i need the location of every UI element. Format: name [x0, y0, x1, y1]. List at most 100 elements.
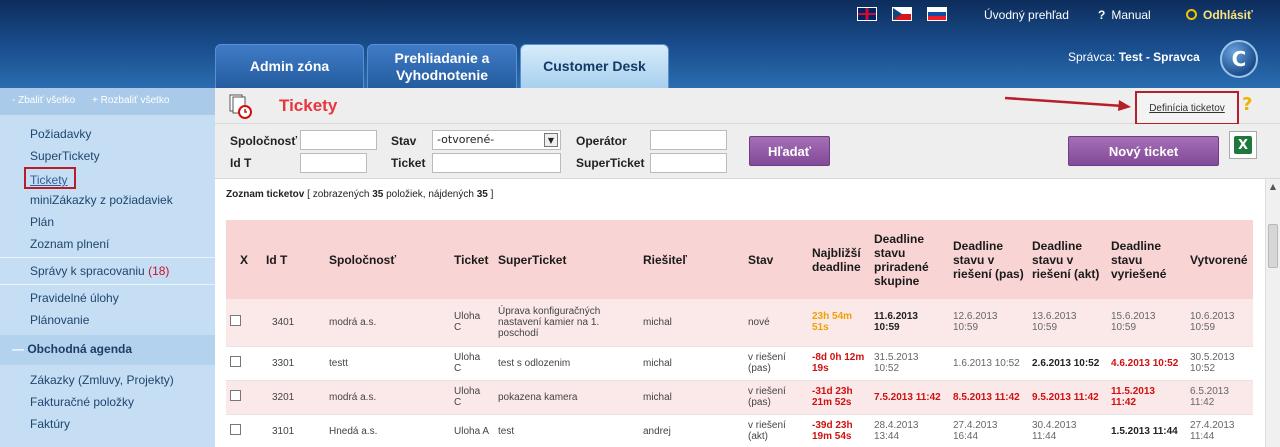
col-deadline-assigned-header[interactable]: Deadline stavu priradené skupine — [870, 220, 949, 299]
power-icon — [1186, 9, 1197, 20]
expand-all-link[interactable]: + Rozbaliť všetko — [92, 95, 169, 106]
row-created: 27.4.2013 11:44 — [1186, 414, 1253, 447]
help-icon[interactable]: ? — [1242, 94, 1252, 115]
sidebar-item-supertickets[interactable]: SuperTickety — [0, 145, 215, 167]
ticket-definition-link[interactable]: Definícia ticketov — [1135, 91, 1239, 125]
col-id-header[interactable]: Id T — [262, 220, 325, 299]
row-company: modrá a.s. — [325, 299, 450, 347]
company-input[interactable] — [300, 130, 377, 150]
superticket-input[interactable] — [650, 153, 727, 173]
scroll-thumb[interactable] — [1268, 224, 1278, 268]
tab-customer-desk[interactable]: Customer Desk — [520, 44, 669, 88]
flag-cz-icon[interactable] — [892, 7, 912, 21]
logout-label: Odhlásiť — [1203, 8, 1253, 22]
row-checkbox[interactable] — [230, 315, 241, 327]
manual-link[interactable]: ? Manual — [1098, 8, 1151, 22]
row-checkbox[interactable] — [230, 356, 241, 367]
id-label: Id T — [230, 156, 252, 170]
row-checkbox-cell — [226, 299, 262, 347]
list-title: Zoznam ticketov — [226, 189, 305, 200]
row-id: 3101 — [262, 414, 325, 447]
tab-admin-zone[interactable]: Admin zóna — [215, 44, 364, 88]
row-state: nové — [744, 299, 808, 347]
row-state: v riešení (pas) — [744, 380, 808, 415]
row-state: v riešení (akt) — [744, 414, 808, 447]
scroll-up-icon[interactable]: ▲ — [1266, 179, 1280, 194]
row-deadline-akt: 2.6.2013 10:52 — [1028, 346, 1107, 381]
operator-input[interactable] — [650, 130, 727, 150]
state-label: Stav — [391, 134, 417, 148]
admin-prefix: Správca: — [1068, 50, 1116, 64]
col-solver-header[interactable]: Riešiteľ — [639, 220, 744, 299]
row-superticket: test — [494, 414, 639, 447]
row-deadline-akt: 9.5.2013 11:42 — [1028, 380, 1107, 415]
sidebar-item-billing-items[interactable]: Fakturačné položky — [0, 391, 215, 413]
row-company: testt — [325, 346, 450, 381]
sidebar: - Zbaliť všetko + Rozbaliť všetko Požiad… — [0, 88, 215, 447]
row-superticket: test s odlozenim — [494, 346, 639, 381]
row-superticket: pokazena kamera — [494, 380, 639, 415]
row-id: 3201 — [262, 380, 325, 415]
table-row[interactable]: 3401 modrá a.s. Uloha C Úprava konfigura… — [226, 299, 1253, 347]
search-button[interactable]: Hľadať — [749, 136, 830, 166]
row-deadline-assigned: 28.4.2013 13:44 — [870, 414, 949, 447]
row-deadline-assigned: 11.6.2013 10:59 — [870, 299, 949, 347]
sidebar-item-plan[interactable]: Plán — [0, 211, 215, 233]
sidebar-item-regular-tasks[interactable]: Pravidelné úlohy — [0, 287, 215, 309]
flag-sk-icon[interactable] — [927, 7, 947, 21]
col-deadline-akt-header[interactable]: Deadline stavu v riešení (akt) — [1028, 220, 1107, 299]
id-input[interactable] — [300, 153, 367, 173]
list-summary-end: ] — [490, 189, 494, 200]
new-ticket-button[interactable]: Nový ticket — [1068, 136, 1219, 166]
chevron-down-icon: ▼ — [544, 133, 558, 147]
sidebar-section-business[interactable]: Obchodná agenda — [0, 335, 215, 365]
col-deadline-header[interactable]: Najbližší deadline — [808, 220, 870, 299]
excel-icon: X — [1234, 136, 1252, 154]
row-checkbox[interactable] — [230, 390, 241, 401]
overview-link[interactable]: Úvodný prehľad — [984, 8, 1069, 22]
sidebar-item-tickets[interactable]: Tickety — [24, 167, 76, 189]
flag-uk-icon[interactable] — [857, 7, 877, 21]
reports-count-badge: (18) — [148, 264, 170, 278]
sidebar-divider — [0, 284, 215, 285]
row-id: 3301 — [262, 346, 325, 381]
row-deadline-assigned: 7.5.2013 11:42 — [870, 380, 949, 415]
state-select[interactable]: -otvorené- ▼ — [432, 130, 561, 150]
tickets-table: X Id T Spoločnosť Ticket SuperTicket Rie… — [226, 220, 1253, 447]
sidebar-item-invoices[interactable]: Faktúry — [0, 413, 215, 435]
logout-link[interactable]: Odhlásiť — [1186, 8, 1253, 22]
ticket-input[interactable] — [432, 153, 561, 173]
row-deadline-pas: 27.4.2013 16:44 — [949, 414, 1028, 447]
sidebar-item-fulfilment-list[interactable]: Zoznam plnení — [0, 233, 215, 255]
table-row[interactable]: 3101 Hnedá a.s. Uloha A test andrej v ri… — [226, 414, 1253, 447]
col-company-header[interactable]: Spoločnosť — [325, 220, 450, 299]
col-created-header[interactable]: Vytvorené — [1186, 220, 1253, 299]
row-solver: andrej — [639, 414, 744, 447]
row-solver: michal — [639, 299, 744, 347]
row-checkbox-cell — [226, 346, 262, 381]
collapse-all-link[interactable]: - Zbaliť všetko — [12, 95, 75, 106]
admin-info: Správca: Test - Spravca — [1068, 50, 1200, 64]
sidebar-item-orders[interactable]: Zákazky (Zmluvy, Projekty) — [0, 369, 215, 391]
sidebar-item-miniorders[interactable]: miniZákazky z požiadaviek — [0, 189, 215, 211]
sidebar-item-planning[interactable]: Plánovanie — [0, 309, 215, 331]
table-row[interactable]: 3301 testt Uloha C test s odlozenim mich… — [226, 346, 1253, 381]
col-deadline-solved-header[interactable]: Deadline stavu vyriešené — [1107, 220, 1186, 299]
table-row[interactable]: 3201 modrá a.s. Uloha C pokazena kamera … — [226, 380, 1253, 415]
superticket-label: SuperTicket — [576, 156, 645, 170]
list-summary-prefix: [ zobrazených — [307, 189, 370, 200]
sidebar-item-reports[interactable]: Správy k spracovaniu (18) — [0, 260, 215, 282]
sidebar-divider — [0, 257, 215, 258]
tab-browse-evaluate[interactable]: Prehliadanie a Vyhodnotenie — [367, 44, 517, 88]
vertical-scrollbar[interactable]: ▲ — [1265, 179, 1280, 447]
row-checkbox[interactable] — [230, 424, 241, 435]
manual-label: Manual — [1111, 8, 1151, 22]
sidebar-item-requests[interactable]: Požiadavky — [0, 123, 215, 145]
col-ticket-header[interactable]: Ticket — [450, 220, 494, 299]
col-state-header[interactable]: Stav — [744, 220, 808, 299]
excel-export-button[interactable]: X — [1229, 131, 1257, 159]
row-created: 10.6.2013 10:59 — [1186, 299, 1253, 347]
col-superticket-header[interactable]: SuperTicket — [494, 220, 639, 299]
sidebar-toolbar: - Zbaliť všetko + Rozbaliť všetko — [0, 88, 215, 115]
col-deadline-pas-header[interactable]: Deadline stavu v riešení (pas) — [949, 220, 1028, 299]
